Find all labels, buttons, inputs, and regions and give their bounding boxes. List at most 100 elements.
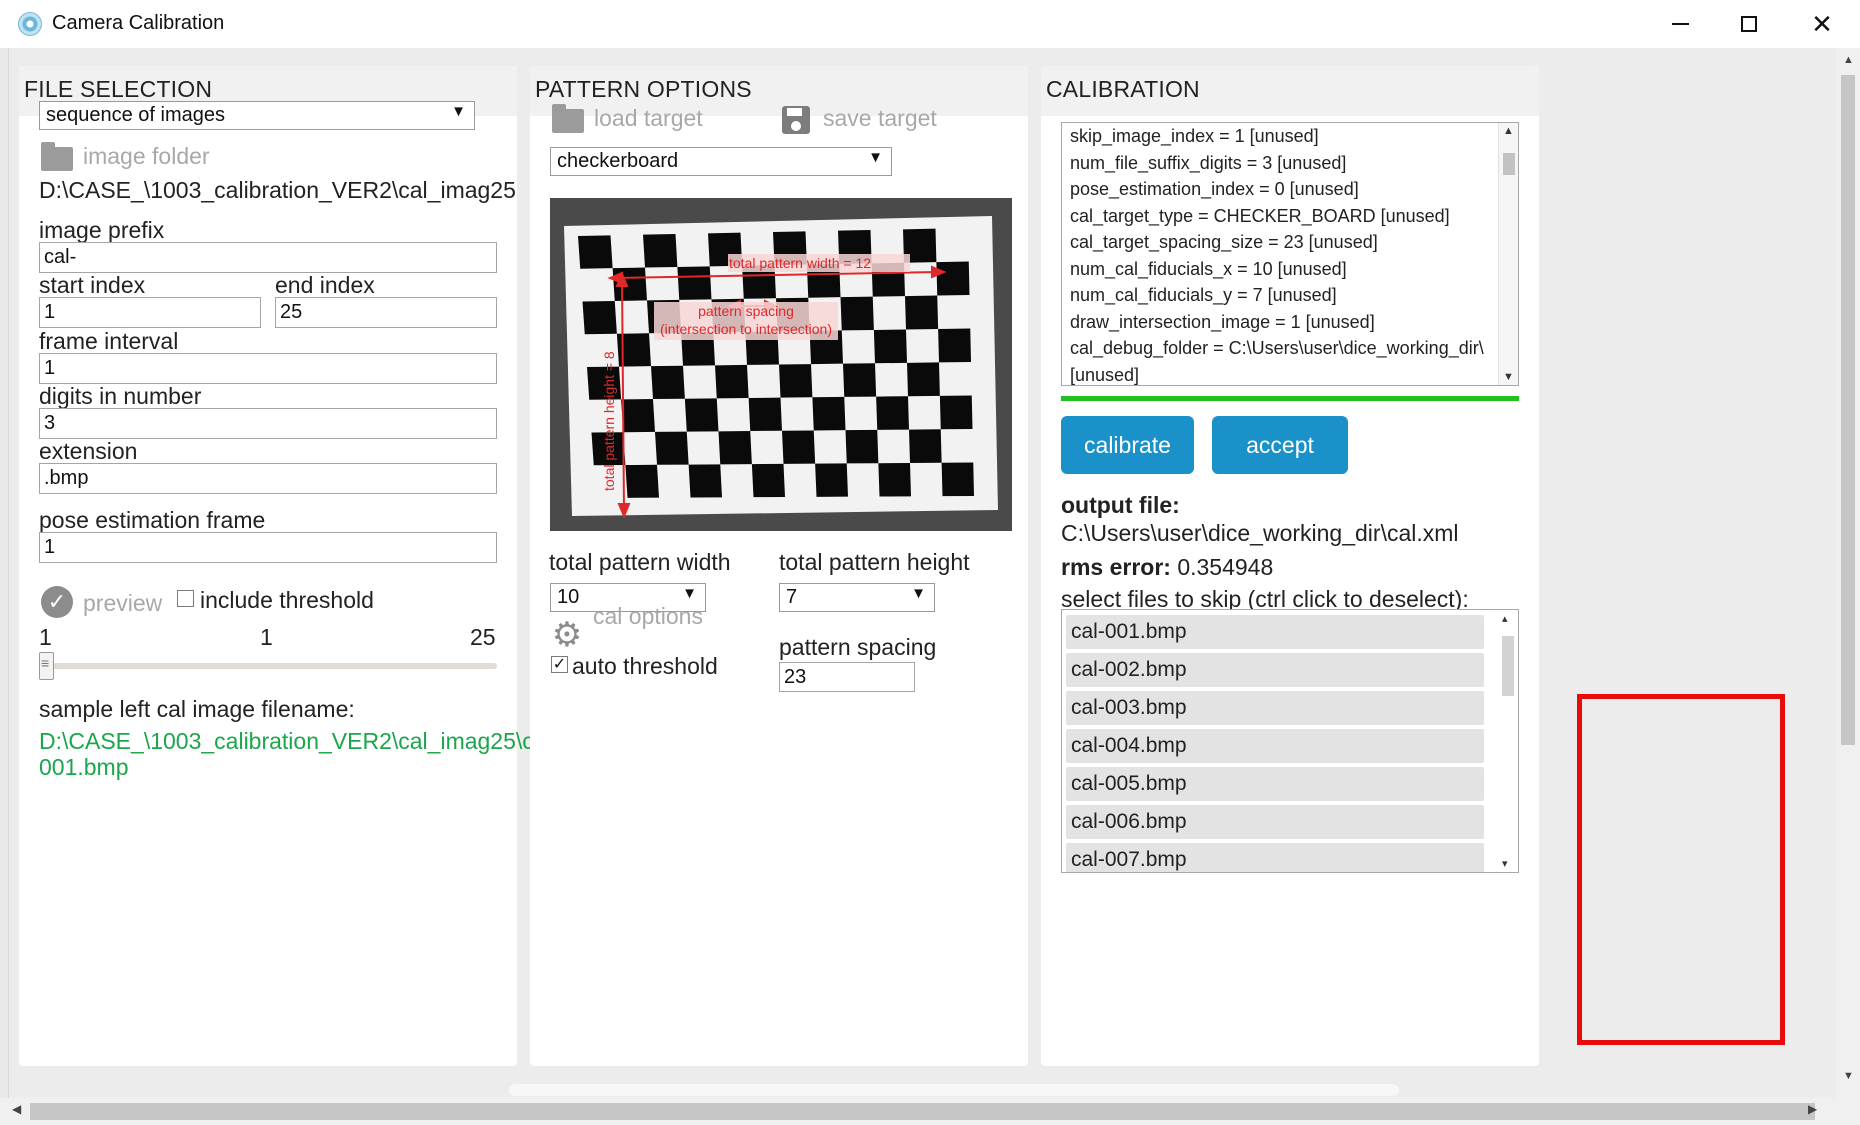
pattern-height-label: total pattern height — [779, 549, 970, 575]
preview-button[interactable]: preview — [83, 590, 162, 617]
digits-input[interactable] — [39, 408, 497, 439]
scroll-right-icon[interactable]: ▶ — [1808, 1102, 1817, 1116]
skip-files-listbox[interactable]: cal-001.bmp cal-002.bmp cal-003.bmp cal-004… — [1061, 609, 1519, 873]
panel-title: CALIBRATION — [1046, 76, 1200, 102]
file-list-item[interactable]: cal-005.bmp — [1066, 767, 1484, 801]
frame-interval-input[interactable] — [39, 353, 497, 384]
scroll-down-icon[interactable]: ▾ — [1502, 857, 1508, 870]
pose-frame-input[interactable] — [39, 532, 497, 563]
window-vertical-scrollbar-thumb[interactable] — [1841, 75, 1855, 745]
pattern-type-select[interactable]: checkerboard ▼ — [550, 147, 892, 176]
image-folder-button[interactable]: image folder — [83, 143, 210, 170]
load-target-button[interactable]: load target — [594, 105, 703, 132]
title-bar: Camera Calibration ✕ — [0, 0, 1860, 48]
pattern-type-value: checkerboard — [557, 150, 679, 172]
calibration-progress-bar — [1061, 396, 1519, 401]
check-circle-icon[interactable]: ✓ — [41, 586, 73, 618]
accept-button[interactable]: accept — [1212, 416, 1348, 474]
log-scrollbar[interactable]: ▲ ▼ — [1498, 123, 1518, 385]
inner-horizontal-scroll-thumb[interactable] — [509, 1084, 1399, 1096]
checker-square — [873, 329, 907, 364]
log-line: skip_image_index = 1 [unused] — [1070, 126, 1319, 146]
file-list-item[interactable]: cal-002.bmp — [1066, 653, 1484, 687]
file-list-item[interactable]: cal-007.bmp — [1066, 843, 1484, 872]
log-line: draw_intersection_image = 1 [unused] — [1070, 311, 1375, 332]
checker-square — [677, 266, 712, 300]
maximize-icon — [1741, 16, 1757, 32]
pattern-width-value: 10 — [557, 586, 580, 608]
annotation-spacing-text-1: pattern spacing — [698, 303, 794, 319]
window-horizontal-scrollbar-thumb[interactable] — [30, 1103, 1815, 1120]
save-icon[interactable] — [782, 106, 810, 134]
save-target-button[interactable]: save target — [823, 105, 937, 132]
sample-filename-line1: D:\CASE_\1003_calibration_VER2\cal_imag2… — [39, 728, 560, 754]
pattern-height-select[interactable]: 7 ▼ — [779, 583, 935, 612]
sample-filename-line2: 001.bmp — [39, 754, 129, 780]
close-button[interactable]: ✕ — [1802, 6, 1842, 42]
checker-square — [815, 463, 848, 497]
folder-path: D:\CASE_\1003_calibration_VER2\cal_imag2… — [39, 177, 516, 203]
panel-title: PATTERN OPTIONS — [535, 76, 752, 102]
log-line: cal_target_spacing_size = 23 [unused] — [1070, 232, 1378, 252]
end-index-input[interactable] — [275, 297, 497, 328]
dropdown-arrow-icon: ▼ — [451, 103, 466, 120]
output-file-path: C:\Users\user\dice_working_dir\cal.xml — [1061, 520, 1459, 546]
checker-square — [812, 396, 846, 431]
window-left-edge — [0, 48, 8, 1098]
start-index-input[interactable] — [39, 297, 261, 328]
app-icon — [18, 12, 42, 36]
auto-threshold-checkbox[interactable]: ✓ — [551, 656, 568, 673]
minimize-icon — [1671, 23, 1689, 25]
checker-square — [905, 295, 939, 330]
file-list-item[interactable]: cal-006.bmp — [1066, 805, 1484, 839]
checker-square — [936, 261, 970, 296]
maximize-button[interactable] — [1729, 6, 1769, 42]
folder-icon[interactable] — [552, 104, 584, 133]
window-horizontal-scrollbar[interactable]: ◀ ▶ — [0, 1098, 1860, 1125]
frame-slider-thumb[interactable] — [39, 652, 54, 680]
calibrate-button[interactable]: calibrate — [1061, 416, 1194, 474]
cal-options-button[interactable]: cal options — [593, 603, 703, 630]
frame-slider-track[interactable] — [39, 663, 497, 669]
scroll-up-icon[interactable]: ▲ — [1503, 125, 1514, 137]
file-list-item[interactable]: cal-001.bmp — [1066, 615, 1484, 649]
scroll-up-icon[interactable]: ▲ — [1843, 54, 1854, 66]
calibration-panel: CALIBRATION skip_image_index = 1 [unused… — [1041, 66, 1539, 1066]
checker-square — [941, 462, 974, 497]
file-list-item[interactable]: cal-004.bmp — [1066, 729, 1484, 763]
dropdown-arrow-icon: ▼ — [868, 149, 883, 166]
pattern-spacing-input[interactable] — [779, 662, 915, 692]
gear-icon[interactable]: ⚙ — [550, 618, 584, 652]
minimize-button[interactable] — [1660, 6, 1700, 42]
folder-icon[interactable] — [41, 142, 73, 171]
image-prefix-input[interactable] — [39, 242, 497, 273]
scroll-left-icon[interactable]: ◀ — [12, 1102, 21, 1116]
annotation-height-text: total pattern height = 8 — [601, 351, 617, 491]
checker-square — [939, 395, 973, 430]
checkerboard-pattern-image: total pattern width = 12 pattern spacing… — [550, 198, 1012, 531]
file-list-item[interactable]: cal-003.bmp — [1066, 691, 1484, 725]
file-list-scrollbar-thumb[interactable] — [1502, 636, 1514, 696]
start-index-label: start index — [39, 272, 146, 298]
source-type-select[interactable]: sequence of images ▼ — [39, 101, 475, 130]
scroll-up-icon[interactable]: ▴ — [1502, 612, 1508, 625]
scroll-down-icon[interactable]: ▼ — [1843, 1070, 1854, 1082]
checker-square — [715, 364, 749, 399]
scroll-down-icon[interactable]: ▼ — [1503, 371, 1514, 383]
checker-square — [684, 398, 719, 432]
pattern-width-label: total pattern width — [549, 549, 731, 575]
log-scrollbar-thumb[interactable] — [1503, 153, 1515, 175]
log-line: num_file_suffix_digits = 3 [unused] — [1070, 152, 1347, 173]
calibration-log-textarea[interactable]: skip_image_index = 1 [unused] num_file_su… — [1061, 122, 1519, 386]
extension-input[interactable] — [39, 463, 497, 494]
file-list-scrollbar[interactable]: ▴ ▾ — [1498, 610, 1518, 872]
include-threshold-label: include threshold — [200, 587, 374, 613]
include-threshold-checkbox[interactable] — [177, 590, 194, 607]
window-vertical-scrollbar[interactable]: ▲ ▼ — [1836, 48, 1860, 1098]
checker-square — [751, 463, 785, 498]
checker-square — [748, 397, 782, 432]
pattern-height-value: 7 — [786, 586, 798, 608]
window-title: Camera Calibration — [52, 12, 225, 34]
checker-square — [878, 462, 911, 497]
slider-min-label: 1 — [39, 624, 52, 650]
